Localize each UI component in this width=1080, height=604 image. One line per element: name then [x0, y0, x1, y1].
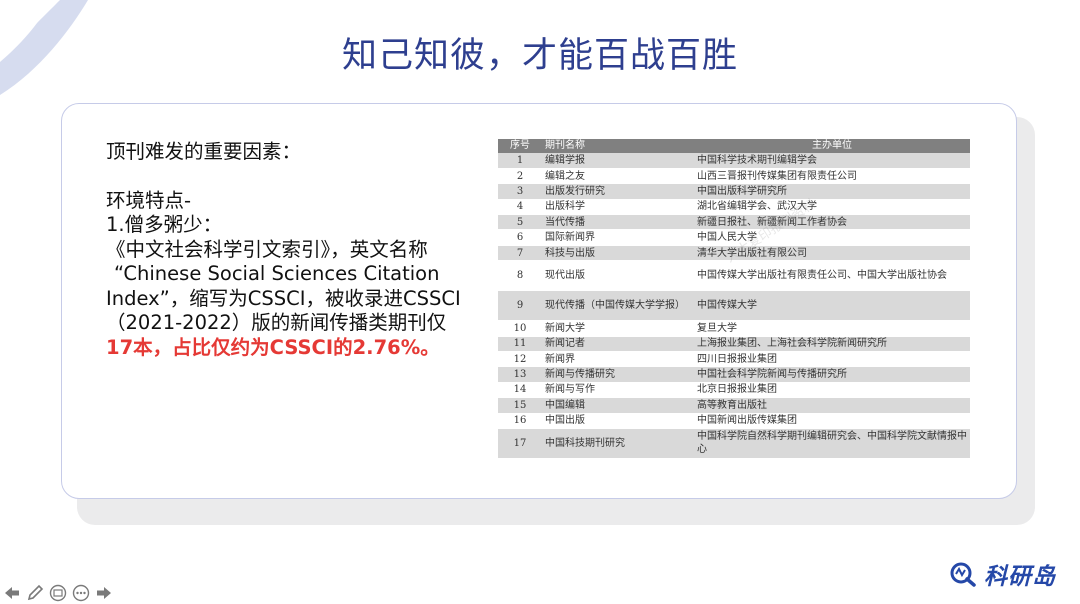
cell-organizer: 中国新闻出版传媒集团 — [694, 413, 970, 429]
cell-organizer: 中国科学技术期刊编辑学会 — [694, 153, 970, 169]
highlight-line: 17本，占比仅约为CSSCI的2.76%。 — [106, 336, 491, 361]
cell-organizer: 中国出版科学研究所 — [694, 183, 970, 200]
table-row: 11 新闻记者 上海报业集团、上海社会科学院新闻研究所 — [498, 336, 970, 353]
cell-journal-name: 国际新闻界 — [542, 229, 694, 246]
table-row: 5 当代传播 新疆日报社、新疆新闻工作者协会 — [498, 214, 970, 231]
cell-journal-name: 新闻界 — [542, 351, 694, 368]
cell-seq: 1 — [498, 153, 542, 169]
cell-journal-name: 现代出版 — [542, 260, 694, 292]
logo-text: 科研岛 — [984, 564, 1056, 590]
highlight-ratio: 占比仅约为CSSCI的2.76%。 — [172, 335, 440, 359]
cell-journal-name: 新闻记者 — [542, 336, 694, 353]
table-row: 15 中国编辑 高等教育出版社 — [498, 397, 970, 414]
cell-seq: 4 — [498, 199, 542, 216]
cell-seq: 10 — [498, 320, 542, 337]
slideshow-toolbar — [2, 582, 114, 604]
cell-seq: 13 — [498, 366, 542, 383]
slide-title: 知己知彼，才能百战百胜 — [341, 36, 738, 76]
more-icon[interactable] — [71, 583, 91, 603]
cell-seq: 2 — [498, 168, 542, 185]
cell-organizer: 中国社会科学院新闻与传播研究所 — [694, 366, 970, 383]
cell-organizer: 山西三晋报刊传媒集团有限责任公司 — [694, 168, 970, 185]
cell-journal-name: 中国出版 — [542, 413, 694, 429]
table-row: 6 国际新闻界 中国人民大学 — [498, 229, 970, 246]
cell-journal-name: 中国编辑 — [542, 397, 694, 414]
table-row: 16 中国出版 中国新闻出版传媒集团 — [498, 413, 970, 429]
table-row: 14 新闻与写作 北京日报报业集团 — [498, 382, 970, 399]
table-row: 12 新闻界 四川日报报业集团 — [498, 351, 970, 368]
cell-journal-name: 出版发行研究 — [542, 183, 694, 200]
cell-organizer: 新疆日报社、新疆新闻工作者协会 — [694, 214, 970, 231]
cell-journal-name: 出版科学 — [542, 199, 694, 216]
arrow-right-icon[interactable] — [94, 583, 114, 603]
table-row: 4 出版科学 湖北省编辑学会、武汉大学 — [498, 199, 970, 216]
cell-seq: 5 — [498, 214, 542, 231]
cell-journal-name: 中国科技期刊研究 — [542, 428, 694, 459]
table-row: 1 编辑学报 中国科学技术期刊编辑学会 — [498, 153, 970, 169]
cell-organizer: 湖北省编辑学会、武汉大学 — [694, 199, 970, 216]
table-body: 1 编辑学报 中国科学技术期刊编辑学会 2 编辑之友 山西三晋报刊传媒集团有限责任公司 3 出… — [498, 153, 970, 459]
table-row: 9 现代传播（中国传媒大学学报） 中国传媒大学 — [498, 290, 970, 322]
cell-seq: 17 — [498, 428, 542, 459]
cell-journal-name: 新闻与写作 — [542, 382, 694, 399]
cell-journal-name: 当代传播 — [542, 214, 694, 231]
body-line-3: Index”，缩写为CSSCI，被收录进CSSCI — [106, 286, 461, 310]
table-row: 10 新闻大学 复旦大学 — [498, 320, 970, 337]
cell-organizer: 北京日报报业集团 — [694, 382, 970, 399]
point-one-title: 1.僧多粥少： — [106, 213, 223, 236]
table-row: 8 现代出版 中国传媒大学出版社有限责任公司、中国大学出版社协会 — [498, 260, 970, 292]
table-row: 3 出版发行研究 中国出版科学研究所 — [498, 183, 970, 200]
table-row: 2 编辑之友 山西三晋报刊传媒集团有限责任公司 — [498, 168, 970, 185]
cell-organizer: 中国传媒大学出版社有限责任公司、中国大学出版社协会 — [694, 260, 970, 292]
cell-seq: 6 — [498, 229, 542, 246]
cell-journal-name: 编辑之友 — [542, 168, 694, 185]
cell-journal-name: 编辑学报 — [542, 153, 694, 169]
cell-seq: 8 — [498, 260, 542, 292]
body-line-4: （2021-2022）版的新闻传播类期刊仅 — [106, 311, 447, 334]
table-row: 7 科技与出版 清华大学出版社有限公司 — [498, 245, 970, 262]
cell-organizer: 上海报业集团、上海社会科学院新闻研究所 — [694, 336, 970, 353]
cell-seq: 14 — [498, 382, 542, 399]
header-seq: 序号 — [498, 139, 542, 153]
logo-mark-icon — [950, 562, 976, 587]
section-heading: 顶刊难发的重要因素： — [106, 140, 302, 163]
cell-seq: 7 — [498, 245, 542, 262]
body-line-2: “Chinese Social Sciences Citation — [114, 262, 440, 285]
brand-logo: 科研岛 — [950, 558, 1056, 590]
reason-text-block: 顶刊难发的重要因素： 环境特点- 1.僧多粥少： 《中文社会科学引文索引》，英文… — [106, 140, 491, 360]
cell-seq: 15 — [498, 397, 542, 414]
environment-title: 环境特点- — [106, 188, 192, 212]
cell-journal-name: 新闻大学 — [542, 320, 694, 337]
cell-organizer: 复旦大学 — [694, 320, 970, 337]
header-organizer: 主办单位 — [694, 139, 970, 153]
table-row: 17 中国科技期刊研究 中国科学院自然科学期刊编辑研究会、中国科学院文献情报中心 — [498, 428, 970, 459]
cell-organizer: 高等教育出版社 — [694, 397, 970, 414]
cell-organizer: 清华大学出版社有限公司 — [694, 245, 970, 262]
cell-journal-name: 现代传播（中国传媒大学学报） — [542, 290, 694, 322]
journal-table: 序号 期刊名称 主办单位 1 编辑学报 中国科学技术期刊编辑学会 2 编辑之友 山西三晋报… — [498, 139, 970, 459]
cell-journal-name: 科技与出版 — [542, 245, 694, 262]
highlight-count: 17本， — [106, 335, 173, 359]
pen-icon[interactable] — [25, 583, 45, 603]
cell-journal-name: 新闻与传播研究 — [542, 366, 694, 383]
cell-organizer: 中国人民大学 — [694, 229, 970, 246]
cell-organizer: 中国科学院自然科学期刊编辑研究会、中国科学院文献情报中心 — [694, 428, 970, 459]
header-journal-name: 期刊名称 — [542, 139, 694, 153]
table-header-row: 序号 期刊名称 主办单位 — [498, 139, 970, 153]
cell-seq: 9 — [498, 290, 542, 322]
cell-seq: 16 — [498, 413, 542, 429]
slides-icon[interactable] — [48, 583, 68, 603]
cell-seq: 3 — [498, 183, 542, 200]
cell-organizer: 中国传媒大学 — [694, 290, 970, 322]
cell-seq: 11 — [498, 336, 542, 353]
body-line-1: 《中文社会科学引文索引》，英文名称 — [106, 237, 428, 261]
cell-organizer: 四川日报报业集团 — [694, 351, 970, 368]
table-row: 13 新闻与传播研究 中国社会科学院新闻与传播研究所 — [498, 366, 970, 383]
cell-seq: 12 — [498, 351, 542, 368]
arrow-left-icon[interactable] — [2, 583, 22, 603]
